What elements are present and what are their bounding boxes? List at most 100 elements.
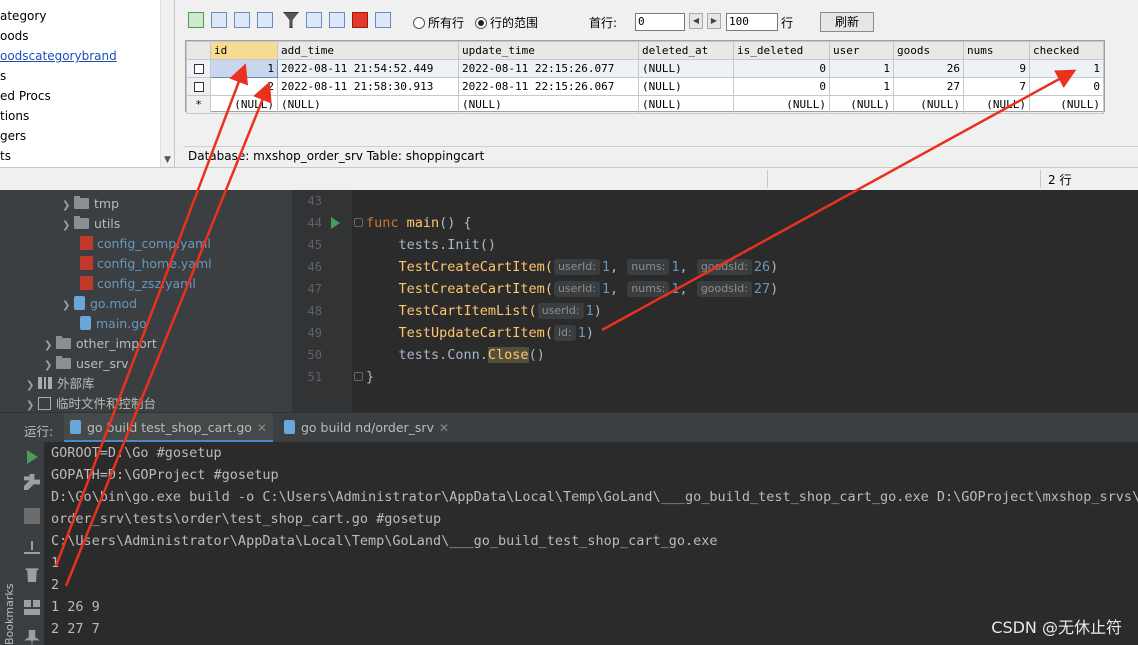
settings-wrench-icon[interactable] xyxy=(24,474,40,490)
layout-icon[interactable] xyxy=(24,600,40,616)
clear-console-icon[interactable] xyxy=(25,568,39,582)
column-header-update-time[interactable]: update_time xyxy=(458,41,639,60)
save-icon[interactable] xyxy=(211,12,227,28)
tree-item[interactable]: gers xyxy=(0,126,26,146)
refresh-button[interactable]: 刷新 xyxy=(820,12,874,32)
column-header-is-deleted[interactable]: is_deleted xyxy=(733,41,830,60)
chevron-right-icon[interactable]: ❯ xyxy=(44,336,56,356)
project-item-other-import[interactable]: ❯ other_import xyxy=(44,334,157,354)
cell-checked[interactable]: 0 xyxy=(1029,77,1104,96)
project-item-config-zsz[interactable]: config_zsz.yaml xyxy=(80,274,196,294)
fold-marker-icon[interactable] xyxy=(354,218,363,227)
cell-id[interactable]: 1 xyxy=(210,59,278,78)
prev-page-button[interactable]: ◀ xyxy=(689,13,703,29)
project-item-utils[interactable]: ❯ utils xyxy=(62,214,120,234)
chevron-down-icon[interactable]: ▼ xyxy=(164,155,171,165)
fold-marker-icon[interactable] xyxy=(354,372,363,381)
column-header-nums[interactable]: nums xyxy=(963,41,1030,60)
cell-add-time[interactable]: (NULL) xyxy=(277,95,459,114)
next-page-button[interactable]: ▶ xyxy=(707,13,721,29)
cancel-changes-icon[interactable] xyxy=(375,12,391,28)
row-count-input[interactable]: 100 xyxy=(726,13,778,31)
cell-nums[interactable]: (NULL) xyxy=(963,95,1030,114)
cell-user[interactable]: (NULL) xyxy=(829,95,894,114)
cell-goods[interactable]: 26 xyxy=(893,59,964,78)
cell-is-deleted[interactable]: 0 xyxy=(733,59,830,78)
project-item-tmp[interactable]: ❯ tmp xyxy=(62,194,119,214)
cell-update-time[interactable]: 2022-08-11 22:15:26.077 xyxy=(458,59,639,78)
cell-nums[interactable]: 7 xyxy=(963,77,1030,96)
close-icon[interactable]: ✕ xyxy=(439,421,449,435)
column-header-deleted-at[interactable]: deleted_at xyxy=(638,41,734,60)
stop-icon[interactable] xyxy=(24,508,40,524)
project-item-config-home[interactable]: config_home.yaml xyxy=(80,254,212,274)
project-item-main-go[interactable]: main.go xyxy=(80,314,147,334)
bookmarks-side-tab[interactable]: Bookmarks xyxy=(3,540,17,645)
cell-update-time[interactable]: 2022-08-11 22:15:26.067 xyxy=(458,77,639,96)
run-tab-test-shop-cart[interactable]: go build test_shop_cart.go ✕ xyxy=(64,413,273,443)
scroll-to-end-icon[interactable] xyxy=(24,538,40,554)
column-header-add-time[interactable]: add_time xyxy=(277,41,459,60)
project-item-external-libs[interactable]: ❯ 外部库 xyxy=(26,374,95,394)
chevron-right-icon[interactable]: ❯ xyxy=(62,296,74,316)
run-tab-order-srv[interactable]: go build nd/order_srv ✕ xyxy=(278,413,455,443)
tree-scrollbar[interactable]: ▼ xyxy=(160,0,174,167)
table-row[interactable]: 1 2022-08-11 21:54:52.449 2022-08-11 22:… xyxy=(186,59,1104,78)
cell-is-deleted[interactable]: (NULL) xyxy=(733,95,830,114)
cell-update-time[interactable]: (NULL) xyxy=(458,95,639,114)
filter-icon[interactable] xyxy=(283,12,299,28)
panel-splitter[interactable] xyxy=(292,190,300,412)
cell-id[interactable]: 2 xyxy=(210,77,278,96)
column-header-id[interactable]: id xyxy=(210,41,278,60)
row-checkbox[interactable] xyxy=(186,59,211,78)
column-header-user[interactable]: user xyxy=(829,41,894,60)
chevron-right-icon[interactable]: ❯ xyxy=(44,356,56,376)
delete-icon[interactable] xyxy=(352,12,368,28)
new-row[interactable]: * (NULL) (NULL) (NULL) (NULL) (NULL) (NU… xyxy=(186,95,1104,114)
cell-deleted-at[interactable]: (NULL) xyxy=(638,77,734,96)
row-checkbox[interactable] xyxy=(186,77,211,96)
checkbox-icon[interactable] xyxy=(193,82,204,92)
code-editor[interactable]: 43 44 45 46 47 48 49 50 51 func main() {… xyxy=(300,190,1138,412)
radio-circle-icon[interactable] xyxy=(413,17,425,29)
cell-user[interactable]: 1 xyxy=(829,77,894,96)
chevron-right-icon[interactable]: ❯ xyxy=(62,216,74,236)
first-row-input[interactable]: 0 xyxy=(635,13,685,31)
cell-checked[interactable]: (NULL) xyxy=(1029,95,1104,114)
cell-checked[interactable]: 1 xyxy=(1029,59,1104,78)
cell-add-time[interactable]: 2022-08-11 21:58:30.913 xyxy=(277,77,459,96)
run-gutter-icon[interactable] xyxy=(331,217,340,229)
column-header-goods[interactable]: goods xyxy=(893,41,964,60)
cell-is-deleted[interactable]: 0 xyxy=(733,77,830,96)
project-item-config-comp[interactable]: config_comp.yaml xyxy=(80,234,211,254)
cell-add-time[interactable]: 2022-08-11 21:54:52.449 xyxy=(277,59,459,78)
column-header-checked[interactable]: checked xyxy=(1029,41,1104,60)
insert-row-icon[interactable] xyxy=(188,12,204,28)
pin-icon[interactable] xyxy=(24,630,40,645)
tree-item[interactable]: ed Procs xyxy=(0,86,51,106)
tree-item-selected[interactable]: oodscategorybrand xyxy=(0,46,117,66)
cell-goods[interactable]: (NULL) xyxy=(893,95,964,114)
duplicate-row-icon[interactable] xyxy=(234,12,250,28)
cell-nums[interactable]: 9 xyxy=(963,59,1030,78)
radio-selected-icon[interactable] xyxy=(475,17,487,29)
cell-id[interactable]: (NULL) xyxy=(210,95,278,114)
tree-item[interactable]: s xyxy=(0,66,6,86)
tree-item[interactable]: oods xyxy=(0,26,29,46)
run-console[interactable]: GOROOT=D:\Go #gosetup GOPATH=D:\GOProjec… xyxy=(44,442,1138,645)
chevron-right-icon[interactable]: ❯ xyxy=(62,196,74,216)
project-item-go-mod[interactable]: ❯ go.mod xyxy=(62,294,137,314)
export-icon[interactable] xyxy=(257,12,273,28)
tree-item[interactable]: tions xyxy=(0,106,29,126)
rerun-icon[interactable] xyxy=(27,450,38,464)
radio-all-rows[interactable]: 所有行 xyxy=(413,14,464,31)
radio-row-range[interactable]: 行的范围 xyxy=(475,14,538,31)
table-row[interactable]: 2 2022-08-11 21:58:30.913 2022-08-11 22:… xyxy=(186,77,1104,96)
cell-user[interactable]: 1 xyxy=(829,59,894,78)
project-item-user-srv[interactable]: ❯ user_srv xyxy=(44,354,129,374)
cell-deleted-at[interactable]: (NULL) xyxy=(638,95,734,114)
tree-item[interactable]: ategory xyxy=(0,6,46,26)
chevron-right-icon[interactable]: ❯ xyxy=(26,376,38,396)
cell-deleted-at[interactable]: (NULL) xyxy=(638,59,734,78)
add-row-icon[interactable] xyxy=(306,12,322,28)
